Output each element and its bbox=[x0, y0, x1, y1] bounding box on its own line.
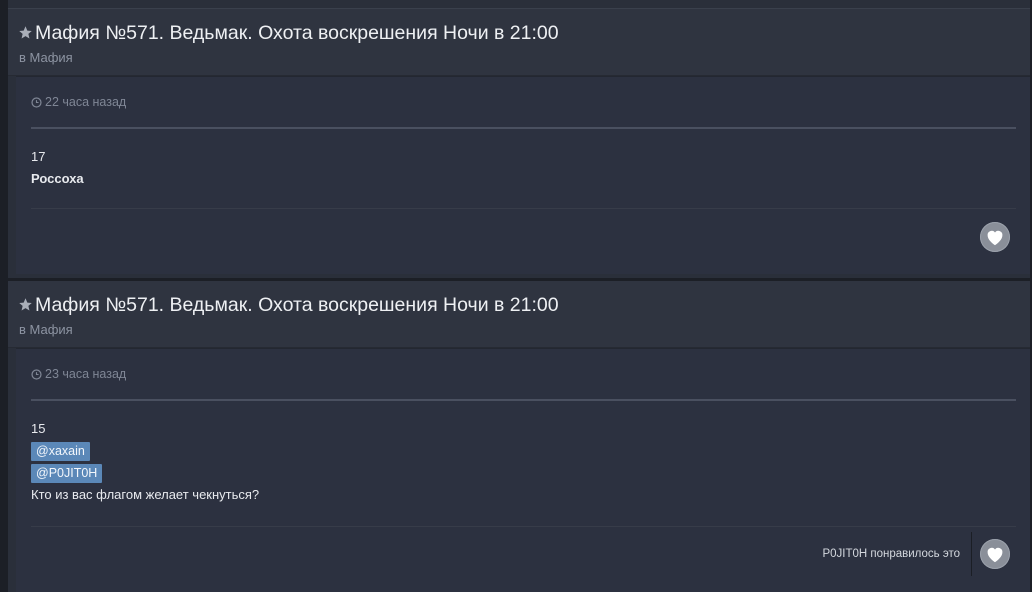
clock-icon bbox=[31, 96, 42, 108]
activity-card: Мафия №571. Ведьмак. Охота воскрешения Н… bbox=[8, 9, 1030, 278]
star-icon[interactable] bbox=[18, 297, 33, 312]
forum-link[interactable]: в Мафия bbox=[19, 50, 73, 65]
card-header: Мафия №571. Ведьмак. Охота воскрешения Н… bbox=[8, 281, 1030, 348]
liked-by-text[interactable]: P0JIT0H понравилось это bbox=[822, 548, 960, 560]
heart-icon bbox=[987, 230, 1003, 246]
previous-card-edge bbox=[8, 0, 1030, 9]
post-text: Кто из вас флагом желает чекнуться? bbox=[31, 487, 260, 502]
divider bbox=[31, 399, 1016, 401]
topic-title-link[interactable]: Мафия №571. Ведьмак. Охота воскрешения Н… bbox=[35, 294, 559, 317]
post-body: 22 часа назад 17 Россоха bbox=[16, 76, 1030, 274]
post-text-bold: Россоха bbox=[31, 171, 84, 186]
time-label: 23 часа назад bbox=[45, 367, 127, 381]
divider bbox=[31, 127, 1016, 129]
star-icon[interactable] bbox=[18, 25, 33, 40]
footer-divider bbox=[31, 526, 1016, 527]
mention-link[interactable]: @xaxain bbox=[31, 442, 90, 461]
topic-title-link[interactable]: Мафия №571. Ведьмак. Охота воскрешения Н… bbox=[35, 22, 559, 45]
post-text-number: 15 bbox=[31, 421, 46, 436]
post-text-number: 17 bbox=[31, 149, 46, 164]
post-body: 23 часа назад 15 @xaxain @P0JIT0H Кто из… bbox=[16, 348, 1030, 592]
post-content: 15 @xaxain @P0JIT0H Кто из вас флагом же… bbox=[31, 418, 259, 506]
activity-card: Мафия №571. Ведьмак. Охота воскрешения Н… bbox=[8, 281, 1030, 592]
post-content: 17 Россоха bbox=[31, 146, 84, 190]
time-label: 22 часа назад bbox=[45, 95, 127, 109]
footer-vertical-divider bbox=[971, 532, 972, 576]
title-row: Мафия №571. Ведьмак. Охота воскрешения Н… bbox=[18, 22, 559, 45]
card-header: Мафия №571. Ведьмак. Охота воскрешения Н… bbox=[8, 9, 1030, 76]
like-button[interactable] bbox=[980, 222, 1010, 252]
footer-divider bbox=[31, 208, 1016, 209]
clock-icon bbox=[31, 368, 42, 380]
forum-link[interactable]: в Мафия bbox=[19, 322, 73, 337]
heart-icon bbox=[987, 547, 1003, 563]
post-time[interactable]: 22 часа назад bbox=[31, 95, 126, 109]
title-row: Мафия №571. Ведьмак. Охота воскрешения Н… bbox=[18, 294, 559, 317]
like-button[interactable] bbox=[980, 539, 1010, 569]
mention-link[interactable]: @P0JIT0H bbox=[31, 464, 103, 483]
post-time[interactable]: 23 часа назад bbox=[31, 367, 126, 381]
